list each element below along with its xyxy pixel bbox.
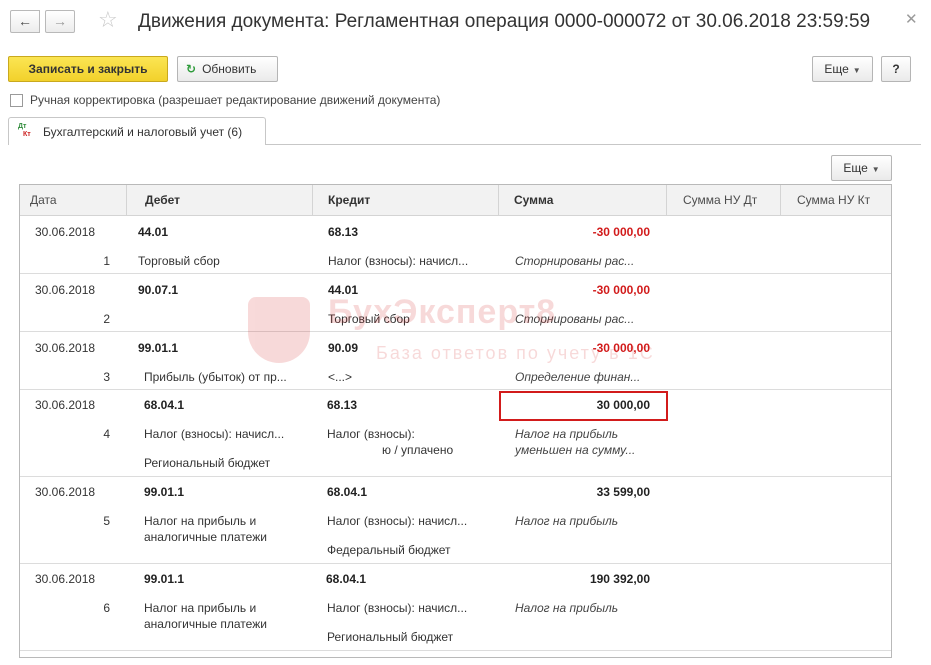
manual-edit-label[interactable]: Ручная корректировка (разрешает редактир… bbox=[30, 93, 440, 107]
credit-account: 68.04.1 bbox=[327, 485, 368, 499]
row-date: 30.06.2018 bbox=[35, 485, 96, 499]
credit-account: 68.13 bbox=[328, 225, 359, 239]
manual-edit-checkbox[interactable] bbox=[10, 94, 23, 107]
credit-account: 44.01 bbox=[328, 283, 359, 297]
row-number: 6 bbox=[103, 601, 110, 615]
debit-subconto: аналогичные платежи bbox=[144, 617, 267, 631]
debit-subconto: Торговый сбор bbox=[138, 254, 220, 268]
save-and-close-button[interactable]: Записать и закрыть bbox=[8, 56, 168, 82]
entries-table[interactable]: Дата Дебет Кредит Сумма Сумма НУ Дт Сумм… bbox=[19, 184, 892, 658]
column-header-credit[interactable]: Кредит bbox=[313, 185, 499, 216]
credit-subconto: Налог (взносы): bbox=[327, 427, 415, 441]
row-date: 30.06.2018 bbox=[35, 572, 96, 586]
row-content: уменьшен на сумму... bbox=[515, 443, 636, 457]
debit-subconto: Региональный бюджет bbox=[144, 456, 271, 470]
row-number: 2 bbox=[103, 312, 110, 326]
row-content: Определение финан... bbox=[515, 370, 641, 384]
refresh-icon: ↻ bbox=[186, 62, 197, 76]
column-header-tax-kt[interactable]: Сумма НУ Кт bbox=[781, 185, 891, 216]
favorite-star-icon[interactable]: ☆ bbox=[98, 7, 118, 33]
credit-subconto: Налог (взносы): начисл... bbox=[327, 601, 468, 615]
credit-account: 68.04.1 bbox=[326, 572, 367, 586]
refresh-button[interactable]: ↻ Обновить bbox=[177, 56, 278, 82]
tab-label: Бухгалтерский и налоговый учет (6) bbox=[43, 125, 243, 139]
row-date: 30.06.2018 bbox=[35, 283, 96, 297]
row-amount: 190 392,00 bbox=[589, 572, 650, 586]
row-date: 30.06.2018 bbox=[35, 341, 96, 355]
credit-subconto: Торговый сбор bbox=[328, 312, 410, 326]
column-header-tax-dt[interactable]: Сумма НУ Дт bbox=[667, 185, 781, 216]
debit-account: 99.01.1 bbox=[144, 572, 185, 586]
debit-subconto: Налог на прибыль и bbox=[144, 601, 257, 615]
row-number: 5 bbox=[103, 514, 110, 528]
row-number: 4 bbox=[103, 427, 110, 441]
row-number: 3 bbox=[103, 370, 110, 384]
table-row[interactable]: 30.06.2018 2 90.07.1 44.01 Торговый сбор… bbox=[20, 274, 891, 332]
table-header: Дата Дебет Кредит Сумма Сумма НУ Дт Сумм… bbox=[20, 185, 891, 216]
row-content: Налог на прибыль bbox=[515, 601, 619, 615]
row-amount: -30 000,00 bbox=[592, 225, 650, 239]
credit-subconto: Налог (взносы): начисл... bbox=[328, 254, 469, 268]
chevron-down-icon: ▼ bbox=[852, 66, 861, 75]
table-row[interactable]: 30.06.2018 6 99.01.1 Налог на прибыль и … bbox=[20, 564, 891, 651]
row-content: Налог на прибыль bbox=[515, 514, 619, 528]
credit-account: 90.09 bbox=[328, 341, 359, 355]
table-row[interactable]: 30.06.2018 3 99.01.1 Прибыль (убыток) от… bbox=[20, 332, 891, 390]
dt-kt-icon: Дт Кт bbox=[18, 123, 31, 138]
back-button[interactable]: ← bbox=[10, 10, 40, 33]
table-row[interactable]: 30.06.2018 4 68.04.1 Налог (взносы): нач… bbox=[20, 390, 891, 477]
debit-account: 44.01 bbox=[138, 225, 169, 239]
chevron-down-icon: ▼ bbox=[871, 165, 880, 174]
row-content: Налог на прибыль bbox=[515, 427, 619, 441]
column-header-date[interactable]: Дата bbox=[20, 185, 127, 216]
credit-account: 68.13 bbox=[327, 398, 358, 412]
close-icon[interactable]: ✕ bbox=[905, 10, 918, 28]
debit-subconto: Прибыль (убыток) от пр... bbox=[144, 370, 287, 384]
debit-account: 90.07.1 bbox=[138, 283, 179, 297]
row-amount: -30 000,00 bbox=[592, 341, 650, 355]
row-number: 1 bbox=[103, 254, 110, 268]
debit-account: 99.01.1 bbox=[138, 341, 179, 355]
help-button[interactable]: ? bbox=[881, 56, 911, 82]
window-title: Движения документа: Регламентная операци… bbox=[138, 11, 871, 32]
debit-account: 68.04.1 bbox=[144, 398, 185, 412]
more-menu-button[interactable]: Еще ▼ bbox=[812, 56, 873, 82]
table-more-menu-button[interactable]: Еще ▼ bbox=[831, 155, 892, 181]
more-label: Еще bbox=[824, 62, 849, 76]
table-row[interactable]: 30.06.2018 5 99.01.1 Налог на прибыль и … bbox=[20, 477, 891, 564]
row-content: Сторнированы рас... bbox=[515, 312, 635, 326]
credit-subconto: Федеральный бюджет bbox=[327, 543, 451, 557]
row-amount: -30 000,00 bbox=[592, 283, 650, 297]
row-date: 30.06.2018 bbox=[35, 225, 96, 239]
arrow-right-icon: → bbox=[53, 13, 67, 29]
table-row[interactable]: 30.06.2018 1 44.01 Торговый сбор 68.13 Н… bbox=[20, 216, 891, 274]
credit-subconto: ю / уплачено bbox=[382, 443, 454, 457]
row-content: Сторнированы рас... bbox=[515, 254, 635, 268]
refresh-label: Обновить bbox=[202, 62, 257, 76]
forward-button[interactable]: → bbox=[45, 10, 75, 33]
row-amount: 30 000,00 bbox=[596, 398, 650, 412]
column-header-amount[interactable]: Сумма bbox=[499, 185, 667, 216]
credit-subconto: Региональный бюджет bbox=[327, 630, 454, 644]
debit-account: 99.01.1 bbox=[144, 485, 185, 499]
more-label: Еще bbox=[843, 161, 868, 175]
row-amount: 33 599,00 bbox=[596, 485, 650, 499]
debit-subconto: Налог на прибыль и bbox=[144, 514, 257, 528]
column-header-debit[interactable]: Дебет bbox=[127, 185, 313, 216]
row-date: 30.06.2018 bbox=[35, 398, 96, 412]
debit-subconto: Налог (взносы): начисл... bbox=[144, 427, 285, 441]
arrow-left-icon: ← bbox=[18, 13, 32, 29]
debit-subconto: аналогичные платежи bbox=[144, 530, 267, 544]
credit-subconto: <...> bbox=[328, 370, 353, 384]
credit-subconto: Налог (взносы): начисл... bbox=[327, 514, 468, 528]
tab-accounting[interactable]: Дт Кт Бухгалтерский и налоговый учет (6) bbox=[8, 117, 266, 145]
